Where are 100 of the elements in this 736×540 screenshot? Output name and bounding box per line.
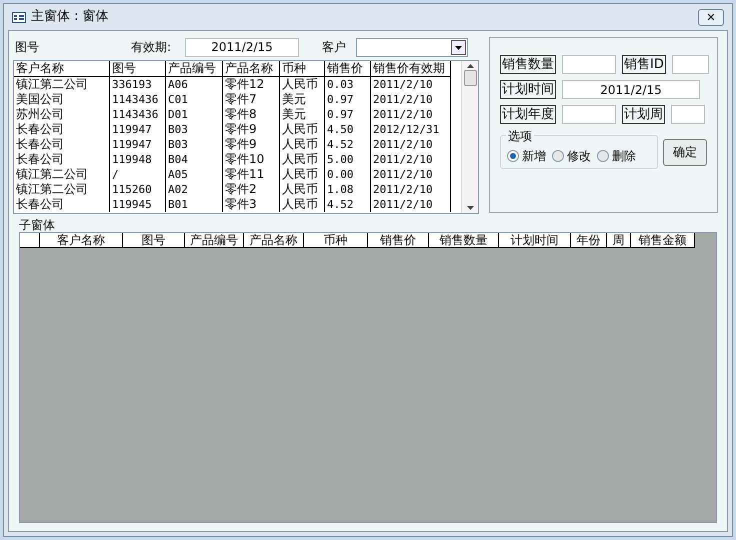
list-cell: D01: [166, 107, 223, 122]
validity-date-field[interactable]: 2011/2/15: [185, 38, 299, 56]
column-header: 产品名称: [223, 61, 280, 77]
field-label: 销售ID: [622, 55, 666, 74]
list-cell: 零件2: [223, 182, 280, 197]
list-cell: 零件10: [223, 152, 280, 167]
list-cell: 镇江第二公司: [14, 167, 110, 182]
list-cell: C01: [166, 92, 223, 107]
list-row[interactable]: 镇江第二公司 336193 A06 零件12 人民币 0.03 2011/2/10: [14, 77, 451, 92]
list-cell: 4.50: [325, 122, 371, 137]
column-header: 产品名称: [244, 233, 304, 248]
options-title: 选项: [506, 127, 534, 145]
close-button[interactable]: ✕: [698, 8, 724, 26]
list-cell: 美元: [280, 107, 325, 122]
price-list-box[interactable]: [13, 60, 479, 214]
radio-option[interactable]: 新增: [507, 147, 546, 165]
plan-time-field[interactable]: 2011/2/15: [562, 80, 700, 99]
column-header: 计划时间: [499, 233, 571, 248]
customer-label: 客户: [322, 39, 347, 56]
list-cell: A05: [166, 167, 223, 182]
radio-option[interactable]: 修改: [552, 147, 591, 165]
list-cell: 人民币: [280, 77, 325, 92]
radio-option[interactable]: 删除: [597, 147, 636, 165]
field-label: 计划周: [622, 105, 665, 124]
list-row[interactable]: 长春公司 119947 B03 零件9 人民币 4.50 2012/12/31: [14, 122, 451, 137]
list-cell: 2011/2/10: [371, 167, 451, 182]
column-header: 销售金额: [631, 233, 695, 248]
plan-year-field[interactable]: [562, 105, 616, 124]
form-icon: [12, 12, 26, 22]
list-cell: 零件7: [223, 92, 280, 107]
validity-label: 有效期:: [131, 39, 172, 56]
list-cell: 人民币: [280, 197, 325, 212]
list-row[interactable]: 镇江第二公司 / A05 零件11 人民币 0.00 2011/2/10: [14, 167, 451, 182]
field-label: 计划时间: [500, 80, 556, 99]
scrollbar[interactable]: [461, 61, 478, 213]
list-cell: B04: [166, 152, 223, 167]
list-cell: /: [110, 167, 166, 182]
plan-week-field[interactable]: [671, 105, 705, 124]
scroll-thumb[interactable]: [464, 70, 476, 86]
list-row[interactable]: 长春公司 119945 B01 零件3 人民币 4.52 2011/2/10: [14, 197, 451, 212]
list-cell: 长春公司: [14, 137, 110, 152]
list-cell: 2012/12/31: [371, 122, 451, 137]
list-cell: 零件12: [223, 77, 280, 92]
scroll-up-icon[interactable]: [466, 64, 474, 68]
list-row[interactable]: 苏州公司 1143436 D01 零件8 美元 0.97 2011/2/10: [14, 107, 451, 122]
list-row[interactable]: 美国公司 1143436 C01 零件7 美元 0.97 2011/2/10: [14, 92, 451, 107]
column-header: [20, 233, 40, 248]
column-header: 客户名称: [14, 61, 110, 77]
list-cell: 336193: [110, 77, 166, 92]
list-cell: 1.08: [325, 182, 371, 197]
list-row[interactable]: 镇江第二公司 115260 A02 零件2 人民币 1.08 2011/2/10: [14, 182, 451, 197]
column-header: 销售价: [368, 233, 429, 248]
list-cell: 4.52: [325, 137, 371, 152]
column-header: 销售数量: [429, 233, 499, 248]
list-cell: 1143436: [110, 107, 166, 122]
column-header: 产品编号: [166, 61, 223, 77]
field-label: 销售数量: [500, 55, 556, 74]
list-cell: 人民币: [280, 182, 325, 197]
scroll-down-icon[interactable]: [466, 206, 474, 210]
list-cell: 2011/2/10: [371, 92, 451, 107]
quantity-field[interactable]: [562, 55, 616, 74]
column-header: 周: [607, 233, 631, 248]
list-cell: 苏州公司: [14, 107, 110, 122]
list-cell: 长春公司: [14, 122, 110, 137]
list-cell: 119947: [110, 122, 166, 137]
column-header: 币种: [304, 233, 368, 248]
list-cell: 人民币: [280, 152, 325, 167]
list-cell: 2011/2/10: [371, 107, 451, 122]
list-cell: A02: [166, 182, 223, 197]
list-cell: 长春公司: [14, 197, 110, 212]
confirm-button[interactable]: 确定: [663, 138, 707, 166]
list-cell: A06: [166, 77, 223, 92]
list-cell: 2011/2/10: [371, 152, 451, 167]
list-cell: 人民币: [280, 122, 325, 137]
field-label: 计划年度: [500, 105, 556, 124]
list-cell: 119945: [110, 197, 166, 212]
list-cell: 零件8: [223, 107, 280, 122]
list-cell: 零件9: [223, 137, 280, 152]
list-cell: 人民币: [280, 167, 325, 182]
list-cell: 长春公司: [14, 152, 110, 167]
list-cell: 美国公司: [14, 92, 110, 107]
list-cell: 镇江第二公司: [14, 182, 110, 197]
sales-id-field[interactable]: [672, 55, 709, 74]
list-cell: 零件3: [223, 197, 280, 212]
list-cell: 零件9: [223, 122, 280, 137]
column-header: 销售价: [325, 61, 371, 77]
list-cell: 0.97: [325, 92, 371, 107]
drawing-number-label: 图号: [14, 39, 40, 56]
subform-label: 子窗体: [19, 219, 56, 232]
customer-dropdown[interactable]: [356, 38, 468, 56]
column-header: 图号: [123, 233, 185, 248]
list-cell: B03: [166, 137, 223, 152]
list-cell: 2011/2/10: [371, 77, 451, 92]
list-row[interactable]: 长春公司 119947 B03 零件9 人民币 4.52 2011/2/10: [14, 137, 451, 152]
list-cell: B01: [166, 197, 223, 212]
list-row[interactable]: 长春公司 119948 B04 零件10 人民币 5.00 2011/2/10: [14, 152, 451, 167]
list-cell: 0.97: [325, 107, 371, 122]
list-cell: 4.52: [325, 197, 371, 212]
column-header: 产品编号: [185, 233, 244, 248]
list-cell: 人民币: [280, 137, 325, 152]
